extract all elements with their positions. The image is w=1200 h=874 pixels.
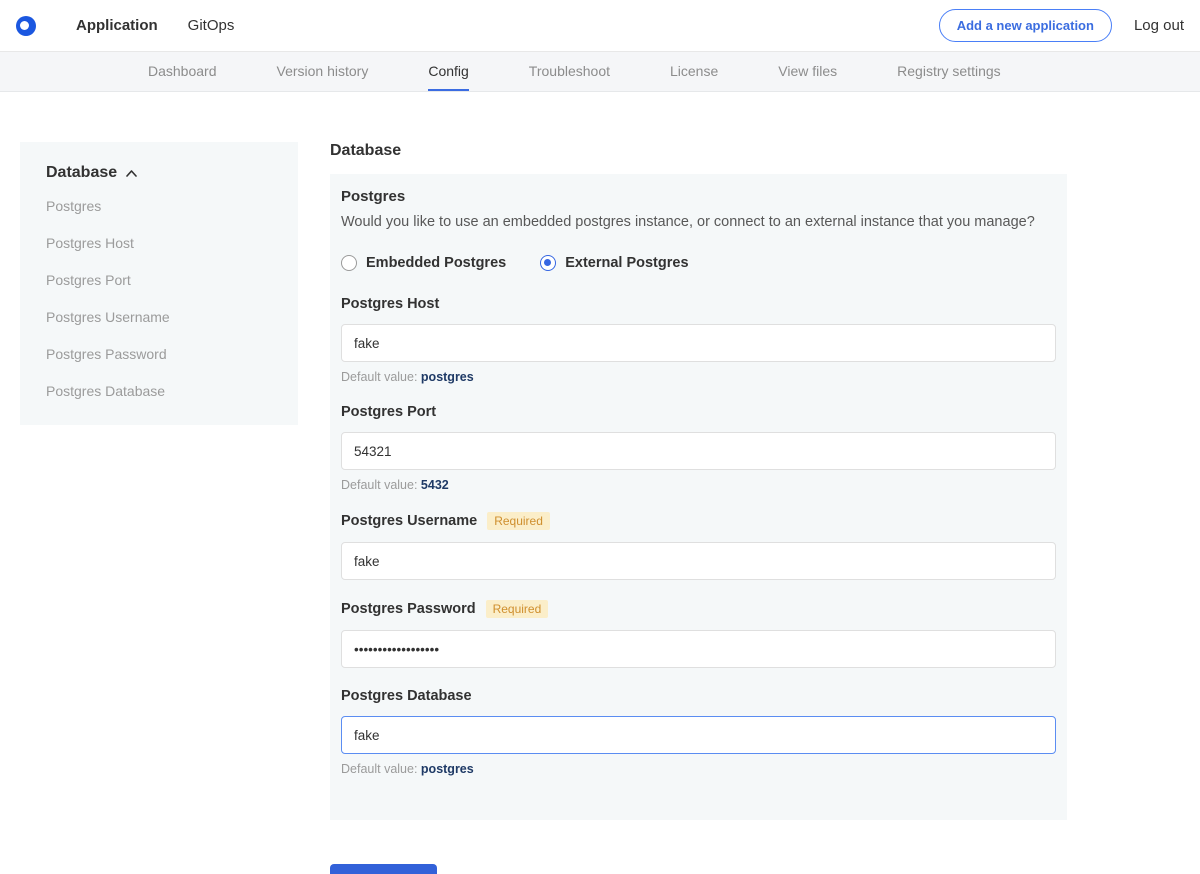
- postgres-username-input[interactable]: [341, 542, 1056, 580]
- logout-link[interactable]: Log out: [1134, 17, 1184, 34]
- radio-label: External Postgres: [565, 255, 688, 271]
- field-label: Postgres Host: [341, 296, 1056, 312]
- tab-view-files[interactable]: View files: [778, 52, 837, 91]
- sidebar-item-postgres[interactable]: Postgres: [46, 198, 272, 214]
- top-nav: Application GitOps Add a new application…: [0, 0, 1200, 52]
- radio-external-postgres[interactable]: External Postgres: [540, 255, 688, 271]
- config-sidebar: Database Postgres Postgres Host Postgres…: [20, 142, 298, 425]
- default-value: 5432: [421, 478, 449, 492]
- sidebar-item-postgres-port[interactable]: Postgres Port: [46, 272, 272, 288]
- field-label: Postgres Database: [341, 688, 1056, 704]
- radio-circle-icon[interactable]: [540, 255, 556, 271]
- radio-embedded-postgres[interactable]: Embedded Postgres: [341, 255, 506, 271]
- field-postgres-database: Postgres Database Default value: postgre…: [341, 688, 1056, 776]
- postgres-password-input[interactable]: [341, 630, 1056, 668]
- config-page: Database Postgres Postgres Host Postgres…: [0, 92, 1200, 874]
- nav-tab-application[interactable]: Application: [76, 2, 158, 49]
- save-config-button[interactable]: Save config: [330, 864, 437, 874]
- tab-version-history[interactable]: Version history: [277, 52, 369, 91]
- field-label-text: Postgres Username: [341, 513, 477, 529]
- default-value: postgres: [421, 370, 474, 384]
- config-group-card: Postgres Would you like to use an embedd…: [330, 174, 1067, 820]
- field-postgres-username: Postgres Username Required: [341, 512, 1056, 580]
- tab-config[interactable]: Config: [428, 52, 468, 91]
- tab-registry-settings[interactable]: Registry settings: [897, 52, 1000, 91]
- default-prefix: Default value:: [341, 762, 417, 776]
- tab-dashboard[interactable]: Dashboard: [148, 52, 217, 91]
- default-value-line: Default value: postgres: [341, 370, 1056, 384]
- sidebar-item-postgres-username[interactable]: Postgres Username: [46, 309, 272, 325]
- nav-tab-gitops[interactable]: GitOps: [188, 2, 235, 49]
- top-nav-right: Add a new application Log out: [939, 9, 1184, 42]
- app-logo-icon: [16, 16, 36, 36]
- field-label-text: Postgres Host: [341, 296, 439, 312]
- required-badge: Required: [487, 512, 550, 530]
- field-label: Postgres Port: [341, 404, 1056, 420]
- field-postgres-port: Postgres Port Default value: 5432: [341, 404, 1056, 492]
- sidebar-group-database[interactable]: Database: [46, 164, 272, 182]
- postgres-type-radio-group: Embedded Postgres External Postgres: [341, 255, 1056, 271]
- field-label: Postgres Password Required: [341, 600, 1056, 618]
- config-main: Database Postgres Would you like to use …: [330, 142, 1067, 874]
- sidebar-group-title: Database: [46, 164, 117, 182]
- config-group-label: Postgres: [341, 188, 1056, 205]
- default-value-line: Default value: postgres: [341, 762, 1056, 776]
- chevron-up-icon: [125, 169, 138, 178]
- postgres-port-input[interactable]: [341, 432, 1056, 470]
- field-postgres-password: Postgres Password Required: [341, 600, 1056, 668]
- field-postgres-host: Postgres Host Default value: postgres: [341, 296, 1056, 384]
- tab-license[interactable]: License: [670, 52, 718, 91]
- sidebar-item-postgres-password[interactable]: Postgres Password: [46, 346, 272, 362]
- sidebar-item-postgres-database[interactable]: Postgres Database: [46, 383, 272, 399]
- sidebar-item-postgres-host[interactable]: Postgres Host: [46, 235, 272, 251]
- config-group-help-text: Would you like to use an embedded postgr…: [341, 214, 1056, 230]
- radio-label: Embedded Postgres: [366, 255, 506, 271]
- default-prefix: Default value:: [341, 370, 417, 384]
- top-nav-tabs: Application GitOps: [76, 2, 234, 49]
- default-prefix: Default value:: [341, 478, 417, 492]
- add-new-application-button[interactable]: Add a new application: [939, 9, 1112, 42]
- app-subnav: Dashboard Version history Config Trouble…: [0, 52, 1200, 92]
- required-badge: Required: [486, 600, 549, 618]
- field-label-text: Postgres Password: [341, 601, 476, 617]
- field-label-text: Postgres Port: [341, 404, 436, 420]
- radio-circle-icon[interactable]: [341, 255, 357, 271]
- default-value: postgres: [421, 762, 474, 776]
- section-title: Database: [330, 142, 1067, 160]
- default-value-line: Default value: 5432: [341, 478, 1056, 492]
- field-label: Postgres Username Required: [341, 512, 1056, 530]
- postgres-host-input[interactable]: [341, 324, 1056, 362]
- field-label-text: Postgres Database: [341, 688, 472, 704]
- tab-troubleshoot[interactable]: Troubleshoot: [529, 52, 610, 91]
- postgres-database-input[interactable]: [341, 716, 1056, 754]
